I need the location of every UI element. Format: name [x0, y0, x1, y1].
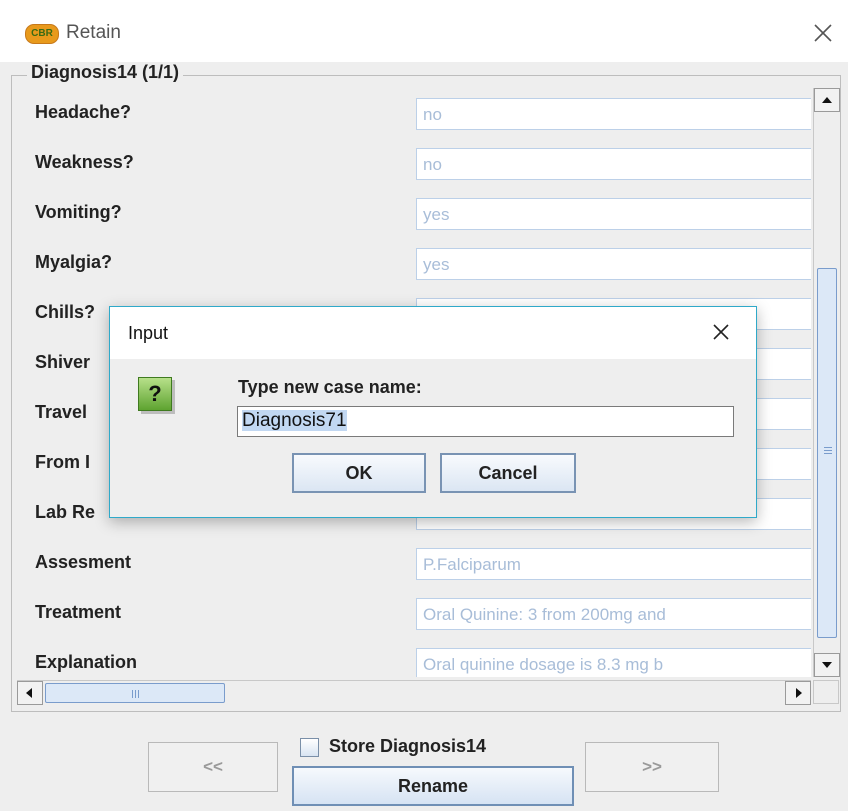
attribute-label: Lab Re: [35, 502, 96, 522]
dialog-prompt: Type new case name:: [238, 377, 422, 397]
attribute-value-field[interactable]: Oral quinine dosage is 8.3 mg b: [416, 648, 811, 677]
attribute-label: Travel: [35, 402, 88, 422]
attribute-row: Myalgia? yes: [17, 238, 811, 288]
horizontal-scroll-thumb[interactable]: [45, 683, 225, 703]
ok-button[interactable]: OK: [292, 453, 426, 493]
scroll-left-button[interactable]: [17, 681, 43, 705]
close-icon[interactable]: [808, 18, 838, 48]
attribute-label: Chills?: [35, 302, 96, 322]
attribute-row: Weakness? no: [17, 138, 811, 188]
window-title: Retain: [66, 22, 121, 43]
attribute-value-field[interactable]: Oral Quinine: 3 from 200mg and: [416, 598, 811, 630]
attribute-row: Headache? no: [17, 88, 811, 138]
dialog-close-icon[interactable]: [708, 319, 734, 345]
attribute-label: Shiver: [35, 352, 91, 372]
scroll-up-button[interactable]: [814, 88, 840, 112]
attribute-label: Weakness?: [35, 152, 134, 172]
case-group-title: Diagnosis14 (1/1): [27, 62, 184, 83]
previous-case-button[interactable]: <<: [148, 742, 278, 792]
attribute-label: From I: [35, 452, 91, 472]
arrow-left-icon: [26, 688, 32, 698]
store-case-checkbox[interactable]: [300, 738, 319, 757]
attribute-row: Treatment Oral Quinine: 3 from 200mg and: [17, 588, 811, 638]
case-name-input[interactable]: Diagnosis71: [237, 406, 734, 437]
attribute-label: Treatment: [35, 602, 122, 622]
scroll-right-button[interactable]: [785, 681, 811, 705]
attribute-row: Assesment P.Falciparum: [17, 538, 811, 588]
attribute-value-field[interactable]: no: [416, 148, 811, 180]
attribute-label: Headache?: [35, 102, 132, 122]
input-dialog: Input ? Type new case name: Diagnosis71 …: [109, 306, 757, 518]
retain-window: CBR Retain Diagnosis14 (1/1) Headache? n…: [0, 0, 848, 811]
cbr-app-icon: CBR: [25, 24, 59, 44]
arrow-down-icon: [822, 662, 832, 668]
attribute-row: Explanation Oral quinine dosage is 8.3 m…: [17, 638, 811, 677]
attribute-value-field[interactable]: yes: [416, 248, 811, 280]
dialog-titlebar: Input: [110, 307, 756, 359]
attribute-value-field[interactable]: no: [416, 98, 811, 130]
vertical-scroll-thumb[interactable]: [817, 268, 837, 638]
attribute-label: Vomiting?: [35, 202, 122, 222]
cancel-button[interactable]: Cancel: [440, 453, 576, 493]
attribute-row: Vomiting? yes: [17, 188, 811, 238]
scroll-corner: [813, 680, 839, 704]
attribute-value-field[interactable]: P.Falciparum: [416, 548, 811, 580]
arrow-right-icon: [796, 688, 802, 698]
question-icon: ?: [138, 377, 172, 411]
attribute-label: Assesment: [35, 552, 132, 572]
vertical-scrollbar[interactable]: [813, 88, 840, 677]
scroll-down-button[interactable]: [814, 653, 840, 677]
attribute-label: Myalgia?: [35, 252, 113, 272]
next-case-button[interactable]: >>: [585, 742, 719, 792]
case-name-input-value: Diagnosis71: [242, 410, 347, 431]
attribute-label: Explanation: [35, 652, 138, 672]
arrow-up-icon: [822, 97, 832, 103]
window-titlebar: CBR Retain: [0, 0, 848, 62]
attribute-value-field[interactable]: yes: [416, 198, 811, 230]
dialog-title: Input: [128, 323, 169, 343]
store-case-label: Store Diagnosis14: [329, 736, 487, 756]
rename-button[interactable]: Rename: [292, 766, 574, 806]
horizontal-scrollbar[interactable]: [17, 680, 811, 705]
